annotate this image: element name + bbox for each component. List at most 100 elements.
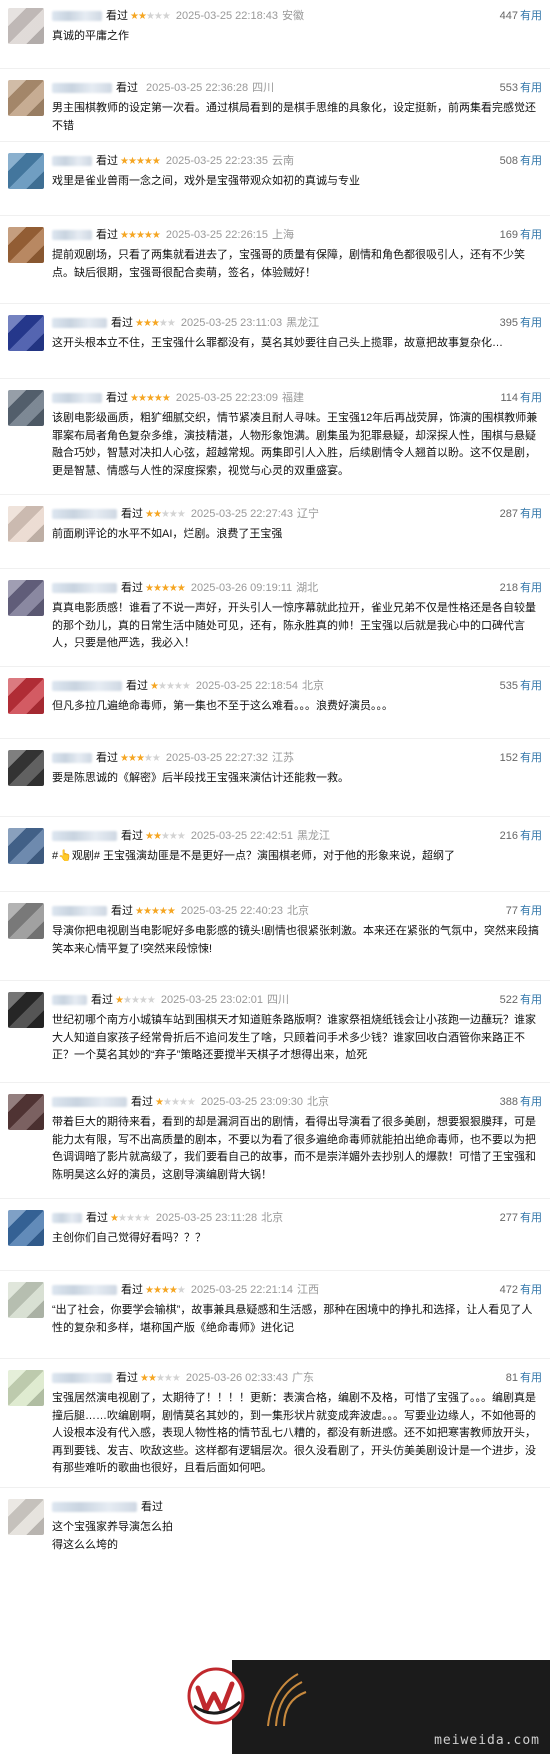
username-blurred[interactable] (52, 393, 102, 404)
avatar[interactable] (8, 828, 44, 864)
avatar[interactable] (8, 1499, 44, 1535)
username-blurred[interactable] (52, 906, 107, 917)
username-blurred[interactable] (52, 1502, 137, 1513)
vote-count: 114 (500, 392, 518, 404)
username-blurred[interactable] (52, 318, 107, 329)
vote-useful[interactable]: 395 有用 (500, 315, 542, 331)
vote-useful[interactable]: 77 有用 (506, 903, 542, 919)
useful-button[interactable]: 有用 (520, 680, 542, 692)
avatar[interactable] (8, 227, 44, 263)
useful-button[interactable]: 有用 (520, 82, 542, 94)
username-blurred[interactable] (52, 1285, 117, 1296)
vote-useful[interactable]: 216 有用 (500, 828, 542, 844)
useful-button[interactable]: 有用 (520, 229, 542, 241)
review-content: 世纪初哪个南方小城镇车站到围棋天才知道赃条路版啊？谁家祭祖烧纸钱会让小孩跑一边蘸… (52, 1014, 536, 1061)
star-filled-icon: ★ (152, 831, 162, 842)
avatar[interactable] (8, 153, 44, 189)
username-blurred[interactable] (52, 11, 102, 22)
vote-useful[interactable]: 287 有用 (500, 506, 542, 522)
useful-button[interactable]: 有用 (520, 1212, 542, 1224)
useful-button[interactable]: 有用 (520, 830, 542, 842)
star-filled-icon: ★ (150, 318, 160, 329)
vote-useful[interactable]: 472 有用 (500, 1282, 542, 1298)
useful-button[interactable]: 有用 (520, 1284, 542, 1296)
useful-button[interactable]: 有用 (520, 905, 542, 917)
username-blurred[interactable] (52, 995, 87, 1006)
username-blurred[interactable] (52, 83, 112, 94)
vote-useful[interactable]: 152 有用 (500, 750, 542, 766)
review-divider (0, 666, 550, 667)
username-blurred[interactable] (52, 1213, 82, 1224)
review-time: 2025-03-25 22:36:28 (146, 82, 249, 94)
avatar[interactable] (8, 80, 44, 116)
star-filled-icon: ★ (142, 906, 152, 917)
avatar[interactable] (8, 1282, 44, 1318)
avatar-mosaic (8, 903, 44, 939)
avatar[interactable] (8, 1370, 44, 1406)
review-time: 2025-03-26 09:19:11 (190, 582, 293, 594)
watched-label: 看过 (96, 155, 118, 167)
useful-button[interactable]: 有用 (520, 752, 542, 764)
avatar[interactable] (8, 678, 44, 714)
star-empty-icon: ★ (181, 681, 191, 692)
vote-useful[interactable]: 553 有用 (500, 80, 542, 96)
useful-button[interactable]: 有用 (520, 582, 542, 594)
review-meta: 看过 ★★★★★ 2025-03-25 22:23:09 福建 (52, 390, 304, 406)
star-filled-icon: ★ (142, 318, 152, 329)
vote-useful[interactable]: 447 有用 (500, 8, 542, 24)
vote-useful[interactable]: 81 有用 (506, 1370, 542, 1386)
review-time: 2025-03-25 23:11:28 (155, 1212, 258, 1224)
username-blurred[interactable] (52, 156, 92, 167)
username-blurred[interactable] (52, 831, 117, 842)
username-blurred[interactable] (52, 230, 92, 241)
vote-useful[interactable]: 114 有用 (500, 390, 542, 406)
avatar[interactable] (8, 315, 44, 351)
star-filled-icon: ★ (127, 753, 137, 764)
avatar[interactable] (8, 992, 44, 1028)
username-blurred[interactable] (52, 681, 122, 692)
avatar-mosaic (8, 678, 44, 714)
username-blurred[interactable] (52, 1373, 112, 1384)
vote-useful[interactable]: 388 有用 (500, 1094, 542, 1110)
star-filled-icon: ★ (176, 583, 186, 594)
vote-count: 277 (499, 1212, 518, 1224)
avatar-mosaic (8, 1094, 44, 1130)
useful-button[interactable]: 有用 (520, 508, 542, 520)
avatar[interactable] (8, 1094, 44, 1130)
star-empty-icon: ★ (176, 509, 186, 520)
review-content: 前面刷评论的水平不如AI，烂剧。浪费了王宝强 (52, 528, 283, 540)
avatar[interactable] (8, 903, 44, 939)
vote-useful[interactable]: 169 有用 (500, 227, 542, 243)
star-filled-icon: ★ (145, 831, 154, 842)
username-blurred[interactable] (52, 753, 92, 764)
vote-useful[interactable]: 522 有用 (500, 992, 542, 1008)
review-meta: 看过 ★★★★★ 2025-03-25 22:42:51 黑龙江 (52, 828, 330, 844)
avatar[interactable] (8, 1210, 44, 1246)
useful-button[interactable]: 有用 (520, 155, 542, 167)
useful-button[interactable]: 有用 (520, 317, 542, 329)
username-blurred[interactable] (52, 1097, 127, 1108)
avatar[interactable] (8, 506, 44, 542)
vote-useful[interactable]: 218 有用 (500, 580, 542, 596)
vote-useful[interactable]: 508 有用 (500, 153, 542, 169)
username-blurred[interactable] (52, 583, 117, 594)
avatar[interactable] (8, 8, 44, 44)
useful-button[interactable]: 有用 (520, 1096, 542, 1108)
watched-label: 看过 (111, 317, 133, 329)
vote-useful[interactable]: 535 有用 (500, 678, 542, 694)
watched-label: 看过 (126, 680, 148, 692)
useful-button[interactable]: 有用 (520, 1372, 542, 1384)
avatar[interactable] (8, 750, 44, 786)
avatar[interactable] (8, 390, 44, 426)
useful-button[interactable]: 有用 (520, 994, 542, 1006)
useful-button[interactable]: 有用 (520, 392, 542, 404)
review-time: 2025-03-25 22:27:43 (190, 508, 293, 520)
review-divider (0, 891, 550, 892)
vote-count: 218 (499, 582, 518, 594)
avatar[interactable] (8, 580, 44, 616)
vote-useful[interactable]: 277 有用 (500, 1210, 542, 1226)
review-location: 云南 (272, 155, 294, 167)
useful-button[interactable]: 有用 (520, 10, 542, 22)
star-empty-icon: ★ (151, 753, 161, 764)
username-blurred[interactable] (52, 509, 117, 520)
